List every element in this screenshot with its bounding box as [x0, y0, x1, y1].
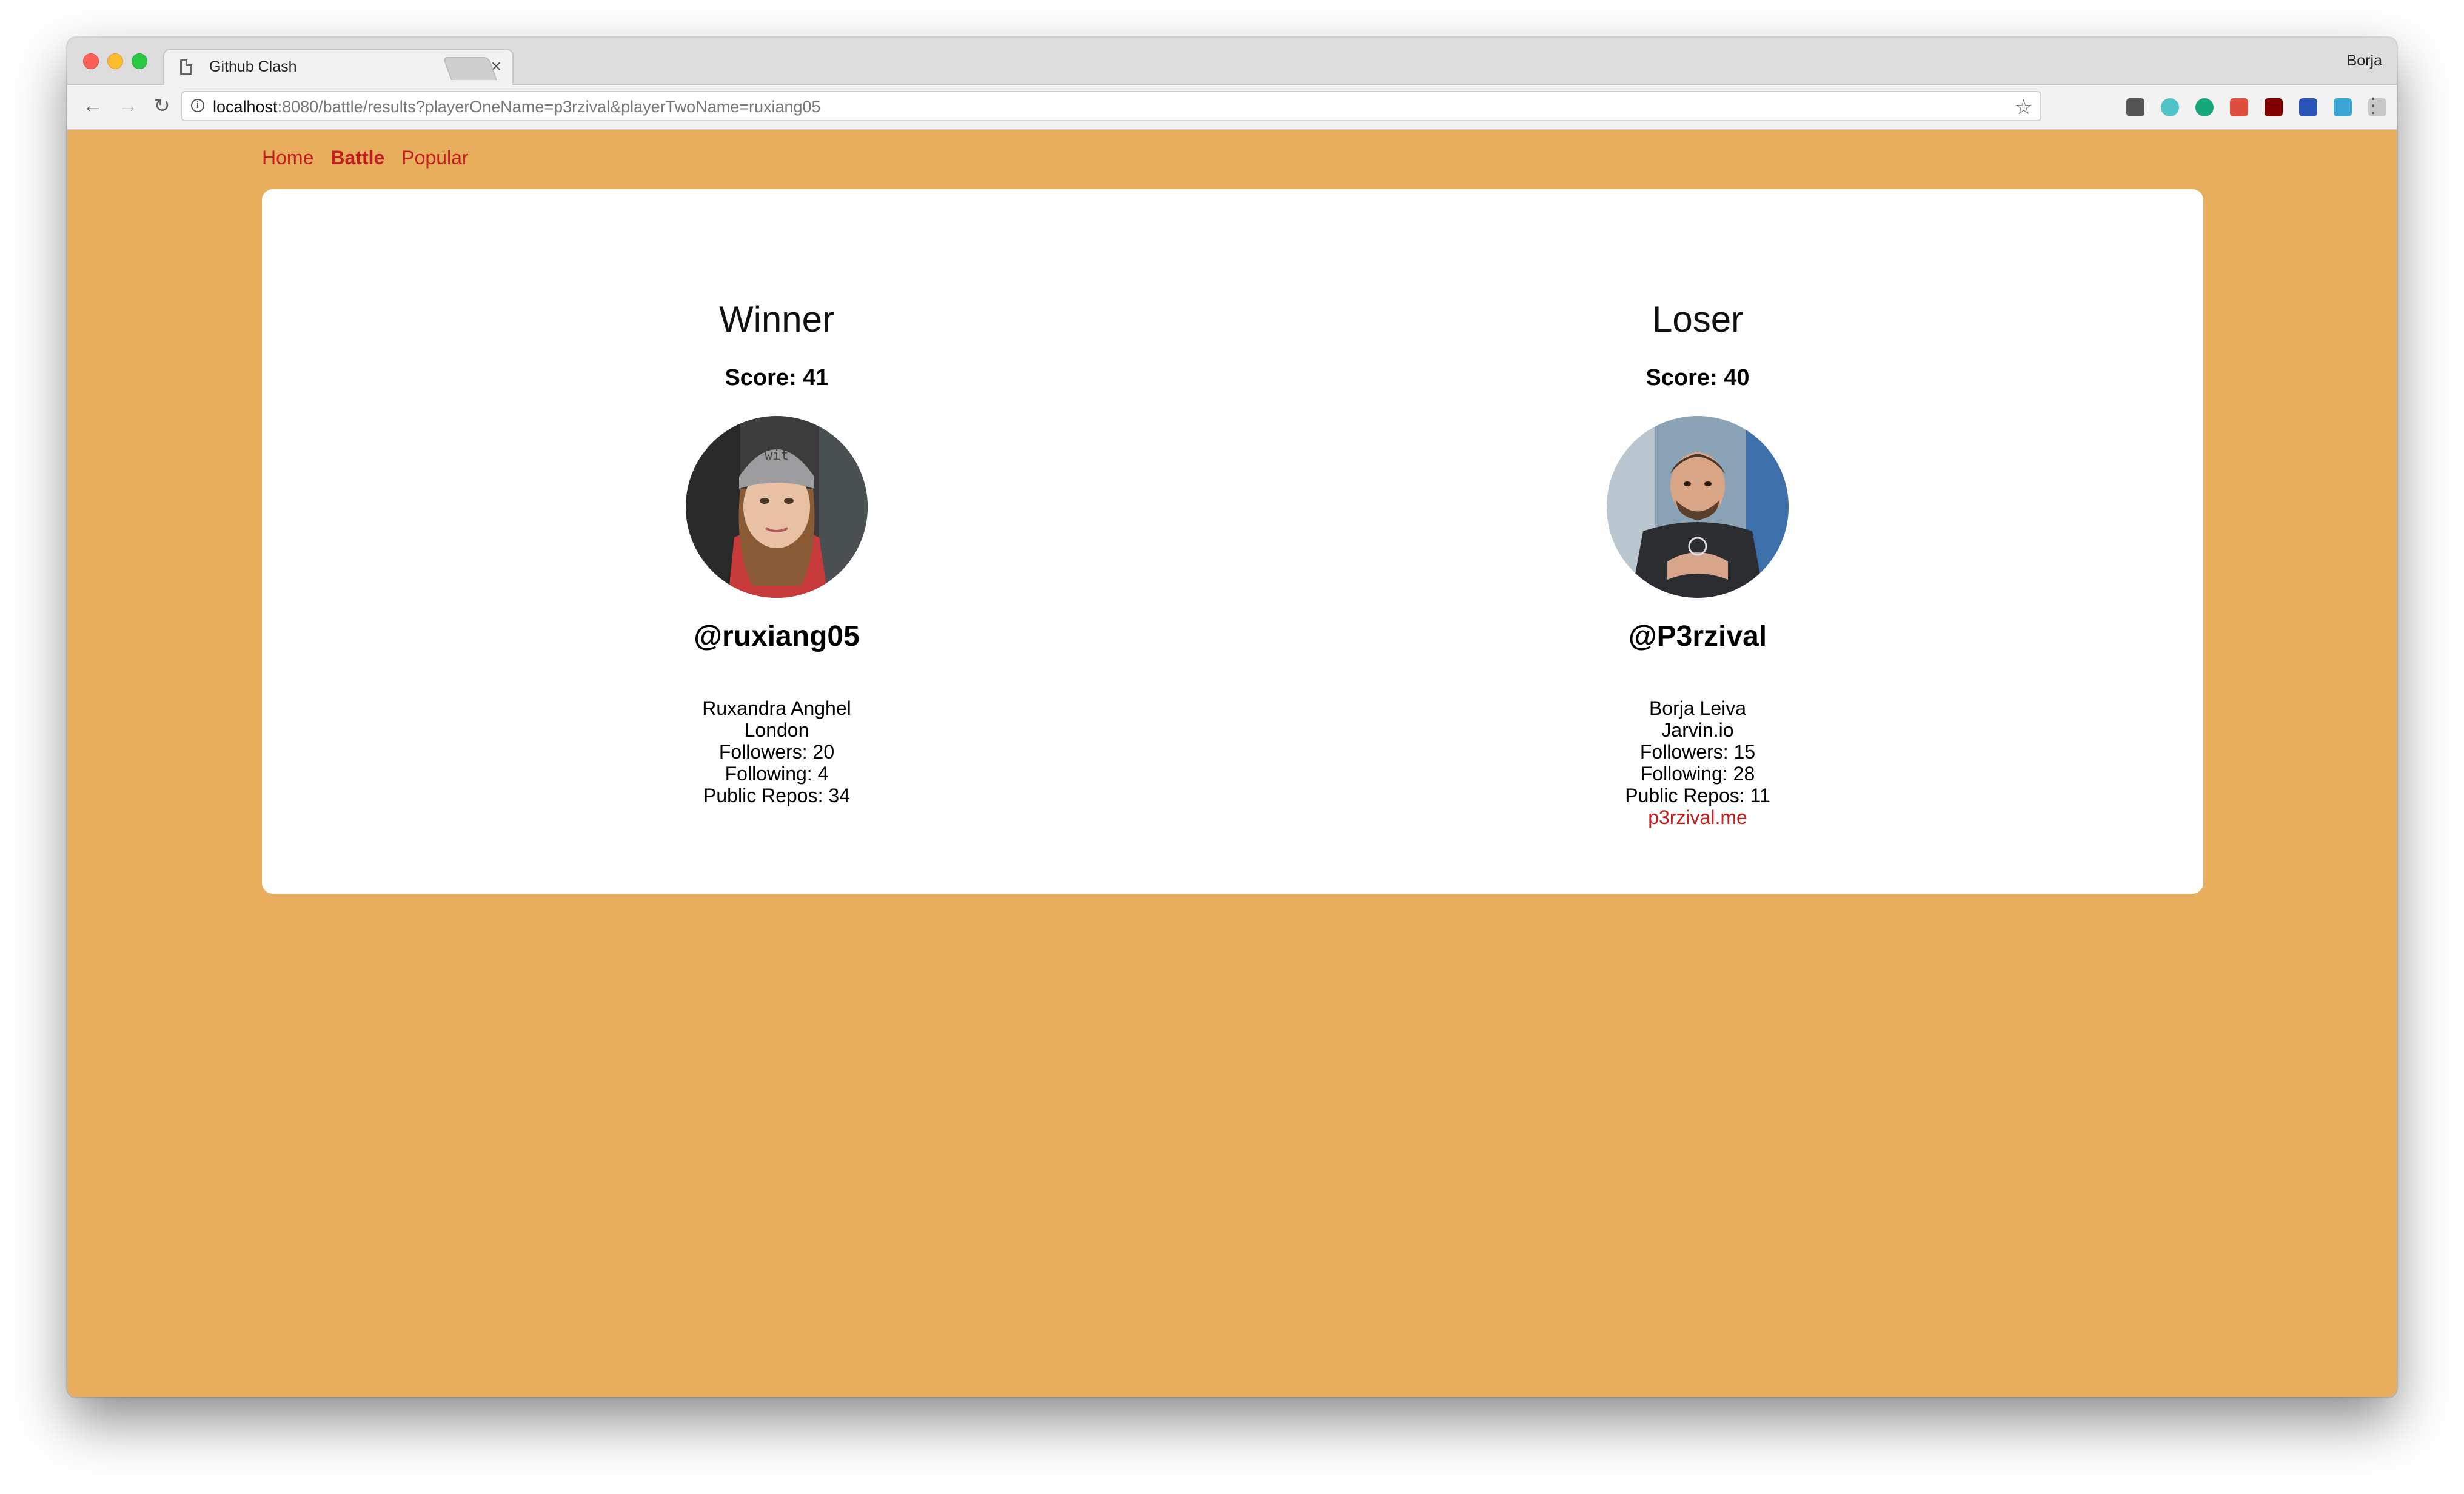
nav-home-link[interactable]: Home: [262, 147, 313, 169]
bookmark-star-icon[interactable]: ☆: [2015, 95, 2033, 119]
page-icon: [180, 59, 192, 75]
loser-following: Following: 28: [1640, 763, 1755, 785]
ext-red-icon[interactable]: [2230, 98, 2248, 116]
profile-name[interactable]: Borja: [2347, 52, 2382, 70]
info-icon[interactable]: i: [191, 99, 204, 112]
loser-blog-link[interactable]: p3rzival.me: [1455, 806, 1940, 828]
pocket-icon[interactable]: [2126, 98, 2144, 116]
loser-location: Jarvin.io: [1661, 719, 1734, 741]
loser-name: Borja Leiva: [1649, 697, 1747, 719]
loser-avatar-image: [1607, 416, 1789, 598]
menu-dots-icon[interactable]: ⋮: [2363, 93, 2383, 118]
address-bar[interactable]: i localhost:8080/battle/results?playerOn…: [181, 91, 2041, 121]
loser-login: @P3rzival: [1628, 620, 1767, 652]
browser-window: Github Clash × Borja ← → ↻ i localhost:8…: [67, 38, 2397, 1397]
svg-text:wit: wit: [765, 448, 789, 463]
minimize-window-button[interactable]: [107, 53, 123, 69]
winner-login: @ruxiang05: [694, 620, 860, 652]
grammarly-icon[interactable]: [2195, 98, 2214, 116]
winner-avatar: wit: [686, 416, 868, 598]
forward-arrow-icon[interactable]: →: [116, 93, 140, 118]
loser-repos: Public Repos: 11: [1625, 785, 1770, 806]
winner-name: Ruxandra Anghel: [702, 697, 851, 719]
results-card: Winner Score: 41 wit @ruxiang05 Ruxandra…: [262, 189, 2203, 894]
winner-details: Ruxandra Anghel London Followers: 20 Fol…: [534, 697, 1019, 806]
winner-location: London: [744, 719, 809, 741]
top-nav: Home Battle Popular: [262, 147, 486, 169]
winner-score: Score: 41: [725, 365, 829, 390]
browser-toolbar: ← → ↻ i localhost:8080/battle/results?pl…: [67, 85, 2397, 130]
new-tab-button[interactable]: [443, 57, 497, 80]
ext-g-icon[interactable]: [2334, 98, 2352, 116]
maximize-window-button[interactable]: [132, 53, 147, 69]
winner-followers: Followers: 20: [718, 741, 835, 763]
url-host: localhost: [213, 98, 278, 116]
nav-popular-link[interactable]: Popular: [401, 147, 468, 169]
loser-score: Score: 40: [1645, 365, 1750, 390]
winner-repos: Public Repos: 34: [703, 785, 850, 806]
nav-battle-link[interactable]: Battle: [330, 147, 384, 169]
winner-avatar-image: wit: [686, 416, 868, 598]
winner-following: Following: 4: [725, 763, 829, 785]
loser-heading: Loser: [1652, 299, 1744, 340]
loser-avatar: [1607, 416, 1789, 598]
page-content: Home Battle Popular Winner Score: 41 wit…: [67, 130, 2397, 1397]
loser-details: Borja Leiva Jarvin.io Followers: 15 Foll…: [1455, 697, 1940, 828]
ublock-icon[interactable]: [2265, 98, 2283, 116]
url-path: :8080/battle/results?playerOneName=p3rzi…: [277, 98, 821, 116]
url-text: localhost:8080/battle/results?playerOneN…: [213, 98, 821, 116]
reload-icon[interactable]: ↻: [150, 93, 174, 118]
loser-followers: Followers: 15: [1639, 741, 1756, 763]
ext-teal-icon[interactable]: [2161, 98, 2179, 116]
back-arrow-icon[interactable]: ←: [81, 93, 105, 118]
winner-heading: Winner: [718, 299, 835, 340]
tab-title: Github Clash: [209, 58, 297, 75]
ext-blue-60-icon[interactable]: [2299, 98, 2317, 116]
tab-bar: Github Clash × Borja: [67, 38, 2397, 86]
close-window-button[interactable]: [83, 53, 99, 69]
